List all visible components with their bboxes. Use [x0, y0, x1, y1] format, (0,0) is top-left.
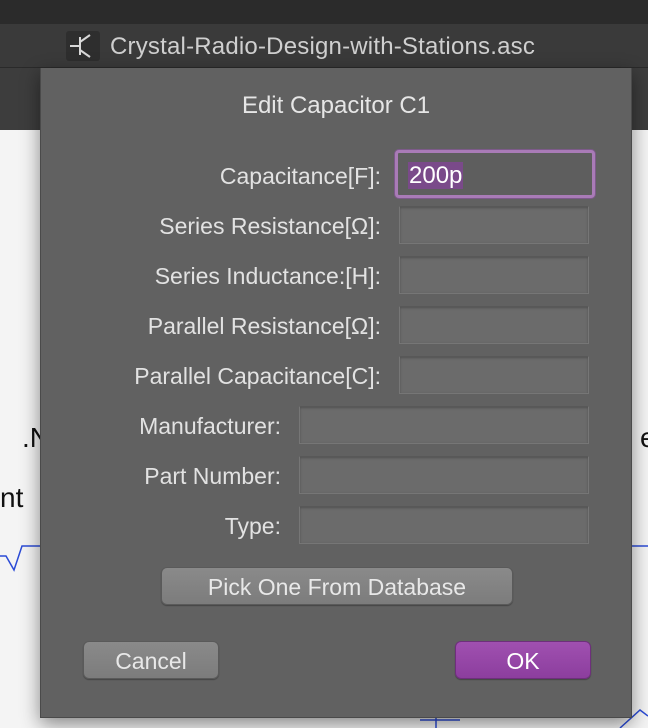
- ok-button[interactable]: OK: [455, 641, 591, 679]
- type-field[interactable]: [299, 506, 589, 544]
- series-resistance-field[interactable]: [399, 206, 589, 244]
- title-bar: Crystal-Radio-Design-with-Stations.asc: [0, 24, 648, 68]
- series-inductance-label: Series Inductance:[H]:: [154, 263, 381, 289]
- parallel-capacitance-field[interactable]: [399, 356, 589, 394]
- capacitance-label: Capacitance[F]:: [219, 163, 381, 189]
- type-label: Type:: [224, 513, 281, 539]
- edit-capacitor-dialog: Edit Capacitor C1 Capacitance[F]: 200p S…: [40, 68, 632, 718]
- parallel-capacitance-label: Parallel Capacitance[C]:: [134, 363, 381, 389]
- manufacturer-label: Manufacturer:: [139, 413, 281, 439]
- capacitance-field[interactable]: 200p: [395, 150, 595, 198]
- parallel-resistance-field[interactable]: [399, 306, 589, 344]
- pick-from-database-button[interactable]: Pick One From Database: [161, 567, 513, 605]
- transistor-icon: [66, 31, 100, 61]
- window-title: Crystal-Radio-Design-with-Stations.asc: [110, 33, 536, 60]
- part-number-label: Part Number:: [144, 463, 281, 489]
- menu-strip: [0, 0, 648, 24]
- part-number-field[interactable]: [299, 456, 589, 494]
- manufacturer-field[interactable]: [299, 406, 589, 444]
- series-inductance-field[interactable]: [399, 256, 589, 294]
- dialog-title: Edit Capacitor C1: [241, 92, 431, 119]
- series-resistance-label: Series Resistance[Ω]:: [159, 213, 381, 239]
- cancel-button[interactable]: Cancel: [83, 641, 219, 679]
- capacitance-value: 200p: [408, 162, 464, 189]
- parallel-resistance-label: Parallel Resistance[Ω]:: [147, 313, 381, 339]
